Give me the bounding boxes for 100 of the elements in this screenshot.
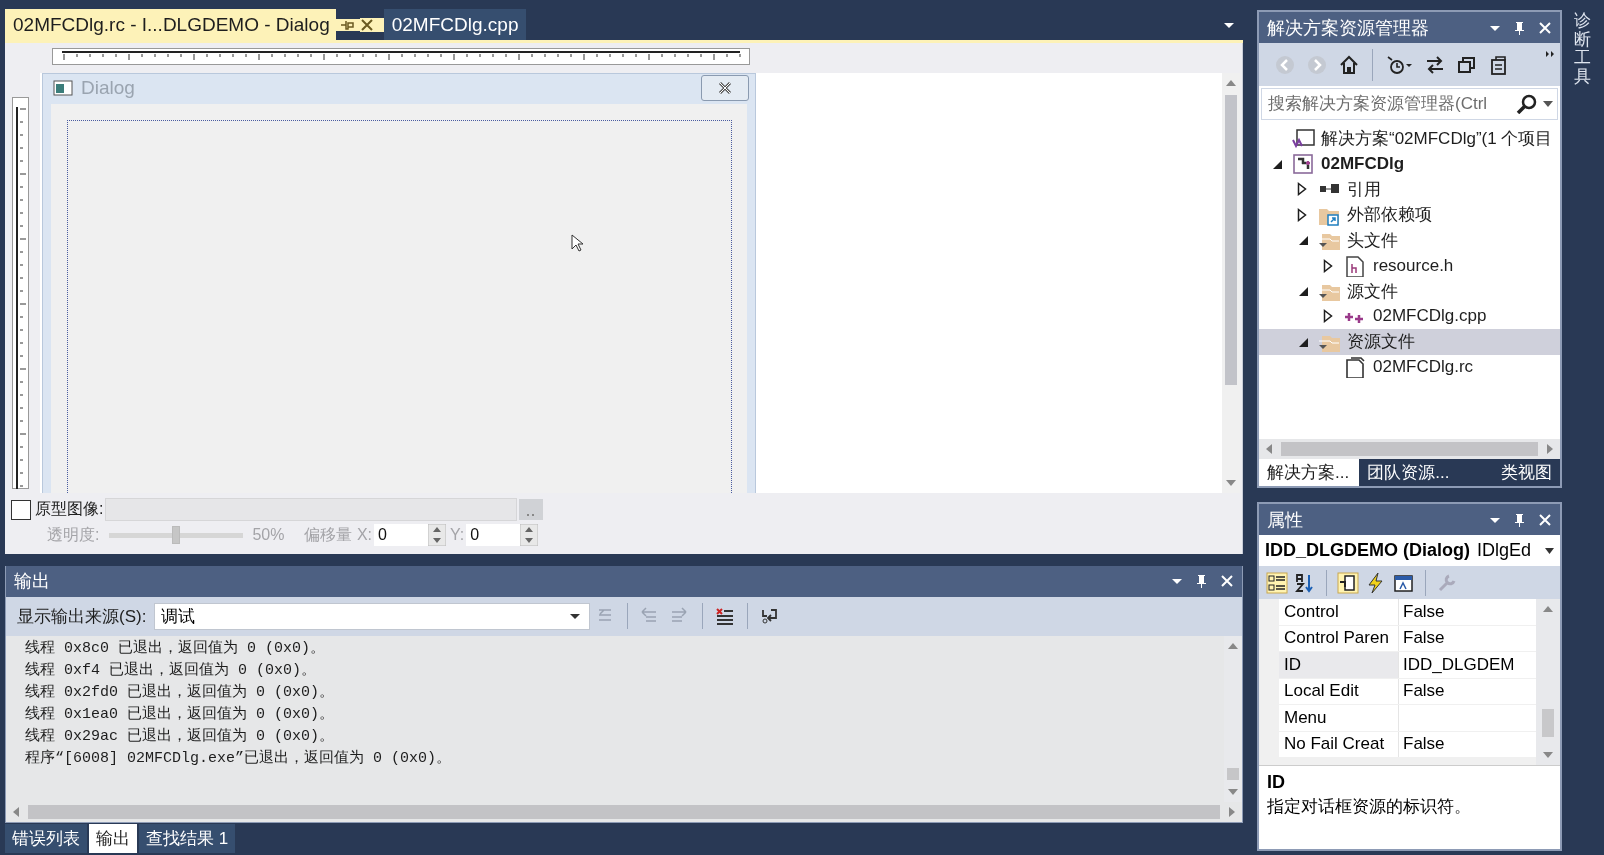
window-icon: [53, 80, 73, 96]
panel-tab[interactable]: 查找结果 1: [139, 824, 236, 854]
sort-alpha-icon[interactable]: [1294, 571, 1316, 594]
tree-item[interactable]: 引用: [1259, 176, 1560, 203]
output-line: 线程 0x2fd0 已退出，返回值为 0 (0x0)。: [25, 682, 336, 703]
solution-icon: [1291, 127, 1315, 150]
scroll-thumb[interactable]: [1281, 442, 1538, 456]
document-tab[interactable]: 02MFCDlg.rc - I...DLGDEMO - Dialog: [5, 9, 336, 40]
spin-arrows-icon[interactable]: [428, 524, 447, 546]
left-arrow-icon[interactable]: [12, 806, 20, 819]
search-field[interactable]: 搜索解决方案资源管理器(Ctrl: [1261, 88, 1558, 120]
clear-all-icon[interactable]: [715, 606, 736, 627]
expanded-arrow-icon[interactable]: [1271, 158, 1283, 171]
collapsed-arrow-icon[interactable]: [1323, 309, 1333, 324]
offset-label: 偏移量 X:: [304, 524, 373, 545]
sync-icon[interactable]: [1425, 54, 1445, 75]
panel-tab[interactable]: 类视图: [1459, 459, 1560, 486]
pin-icon[interactable]: [1195, 574, 1208, 589]
panel-title: 解决方案资源管理器: [1267, 16, 1429, 40]
home-icon[interactable]: [1339, 54, 1359, 75]
collapsed-arrow-icon[interactable]: [1297, 182, 1307, 197]
pin-icon[interactable]: [333, 18, 360, 31]
dropdown-icon[interactable]: [1489, 515, 1501, 524]
scroll-thumb[interactable]: [1227, 768, 1239, 781]
history-icon[interactable]: [1386, 54, 1413, 75]
pin-icon[interactable]: [1513, 512, 1526, 527]
tree-item[interactable]: 解决方案“02MFCDlg”(1 个项目: [1259, 126, 1560, 152]
project-icon: [1291, 153, 1315, 176]
tree-item[interactable]: 02MFCDlg.cpp: [1259, 303, 1560, 330]
property-value[interactable]: False: [1399, 734, 1445, 755]
scroll-thumb[interactable]: [28, 805, 1220, 820]
panel-tab[interactable]: 团队资源...: [1359, 459, 1460, 486]
horizontal-scrollbar[interactable]: [1259, 439, 1560, 459]
collapsed-arrow-icon[interactable]: [1323, 258, 1333, 273]
property-value[interactable]: False: [1399, 601, 1445, 622]
slider-thumb[interactable]: [172, 526, 181, 544]
property-name[interactable]: ID: [1279, 652, 1399, 678]
tree-item[interactable]: 头文件: [1259, 227, 1560, 253]
close-icon[interactable]: [1538, 512, 1552, 527]
x-offset-field[interactable]: 0: [374, 524, 447, 546]
object-selector[interactable]: IDD_DLGDEMO (Dialog) IDlgEd: [1259, 535, 1560, 566]
document-icon: [1343, 356, 1367, 379]
y-offset-field[interactable]: 0: [466, 524, 539, 546]
collapse-all-icon[interactable]: [1457, 54, 1477, 75]
panel-tab[interactable]: 解决方案...: [1259, 459, 1360, 486]
panel-tab[interactable]: 输出: [89, 824, 137, 854]
checkbox[interactable]: [11, 499, 31, 520]
vertical-scrollbar[interactable]: [1536, 599, 1560, 765]
output-line: 线程 0xf4 已退出，返回值为 0 (0x0)。: [25, 660, 318, 681]
output-line: 线程 0x8c0 已退出，返回值为 0 (0x0)。: [25, 638, 327, 659]
scroll-thumb[interactable]: [1225, 95, 1237, 385]
output-line: 线程 0x1ea0 已退出，返回值为 0 (0x0)。: [25, 704, 336, 725]
scroll-thumb[interactable]: [1542, 709, 1554, 737]
close-icon[interactable]: [1538, 20, 1552, 35]
source-dropdown[interactable]: 调试: [154, 602, 591, 630]
image-path-field[interactable]: [105, 498, 518, 521]
header-file-icon: [1343, 254, 1367, 277]
dropdown-icon[interactable]: [1223, 20, 1235, 29]
copy-icon[interactable]: [1489, 54, 1509, 75]
dropdown-icon[interactable]: [1489, 23, 1501, 32]
spin-arrows-icon[interactable]: [520, 524, 539, 546]
description-text: 指定对话框资源的标识符。: [1267, 796, 1472, 818]
expanded-arrow-icon[interactable]: [1297, 234, 1309, 247]
property-name[interactable]: No Fail Creat: [1279, 731, 1399, 757]
down-arrow-icon[interactable]: [1542, 751, 1554, 759]
categorized-icon[interactable]: [1266, 571, 1288, 594]
document-tab[interactable]: 02MFCDlg.cpp: [383, 9, 527, 40]
up-arrow-icon[interactable]: [1227, 641, 1239, 650]
side-tab[interactable]: 诊断工具: [1573, 12, 1591, 87]
checkbox-label: 原型图像:: [35, 499, 104, 519]
tree-item[interactable]: 源文件: [1259, 278, 1560, 304]
down-arrow-icon[interactable]: [1225, 479, 1237, 487]
close-icon[interactable]: [359, 17, 384, 32]
close-icon[interactable]: [1220, 574, 1234, 589]
up-arrow-icon[interactable]: [1225, 79, 1237, 87]
tree-item[interactable]: 资源文件: [1259, 329, 1560, 355]
tree-item[interactable]: resource.h: [1259, 252, 1560, 279]
right-arrow-icon[interactable]: [1546, 443, 1554, 455]
property-value[interactable]: False: [1399, 681, 1445, 702]
property-name[interactable]: Local Edit: [1279, 678, 1399, 704]
tree-item[interactable]: 外部依赖项: [1259, 202, 1560, 228]
overflow-icon[interactable]: [1546, 51, 1554, 57]
collapsed-arrow-icon[interactable]: [1297, 207, 1307, 222]
property-name[interactable]: Control: [1279, 599, 1399, 625]
close-button[interactable]: [701, 75, 749, 101]
dropdown-icon: [1543, 101, 1553, 107]
dropdown-icon[interactable]: [1171, 577, 1183, 586]
right-arrow-icon[interactable]: [1228, 806, 1236, 819]
tree-item[interactable]: 02MFCDlg: [1259, 151, 1560, 177]
left-arrow-icon[interactable]: [1265, 443, 1273, 455]
up-arrow-icon[interactable]: [1542, 605, 1554, 613]
panel-tab[interactable]: 错误列表: [5, 824, 87, 854]
property-value[interactable]: IDD_DLGDEM: [1399, 654, 1515, 675]
tree-item[interactable]: 02MFCDlg.rc: [1259, 354, 1560, 380]
pin-icon[interactable]: [1513, 20, 1526, 35]
property-value[interactable]: False: [1399, 628, 1445, 649]
down-arrow-icon[interactable]: [1227, 788, 1239, 797]
expanded-arrow-icon[interactable]: [1297, 285, 1309, 298]
property-name[interactable]: Control Paren: [1279, 625, 1399, 651]
vertical-scrollbar[interactable]: [1224, 635, 1242, 803]
